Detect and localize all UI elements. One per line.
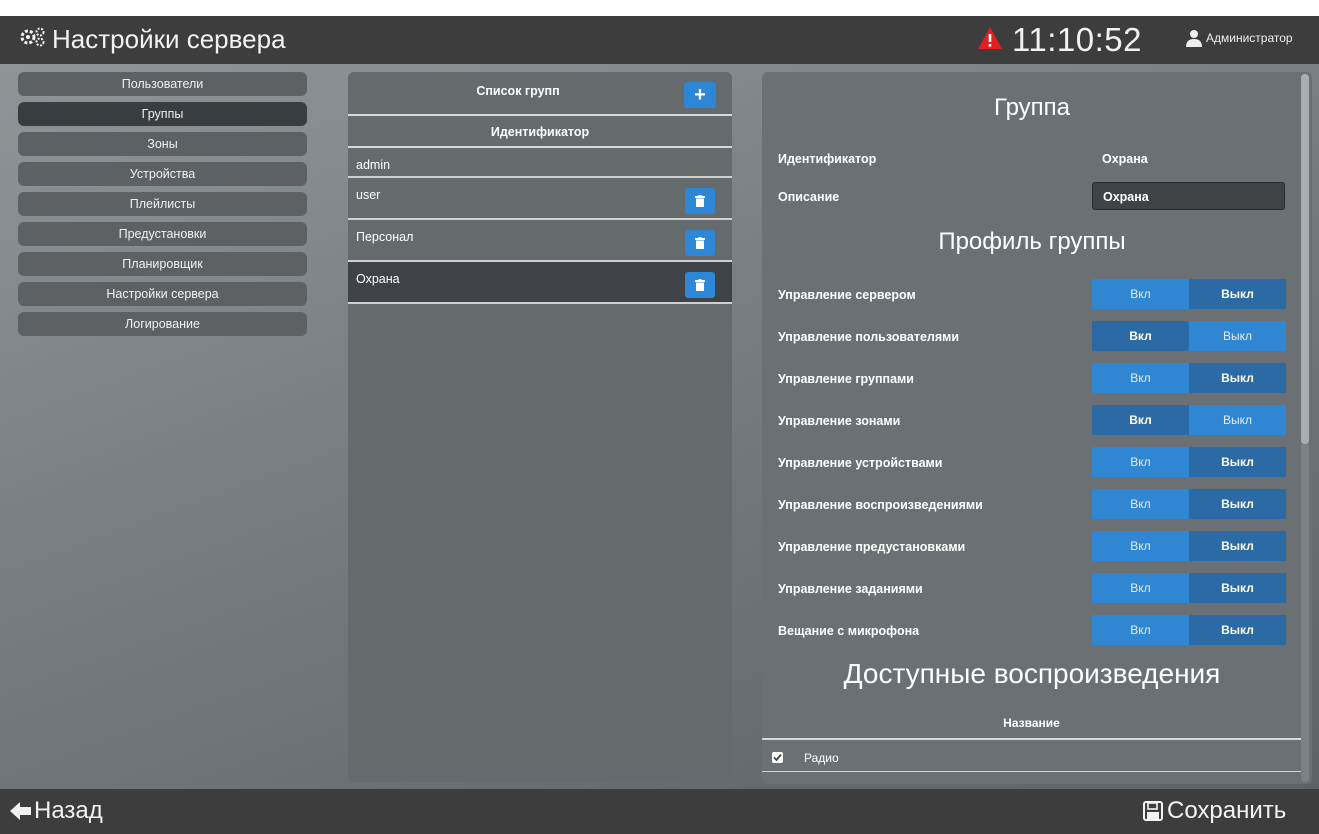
sidebar-item-groups[interactable]: Группы <box>18 102 307 126</box>
permission-toggle: Вкл Выкл <box>1092 321 1286 351</box>
arrow-left-icon <box>10 802 31 820</box>
toggle-on-option[interactable]: Вкл <box>1092 363 1189 393</box>
toggle-on-option[interactable]: Вкл <box>1092 321 1189 351</box>
user-icon <box>1186 30 1202 47</box>
app-title-text: Настройки сервера <box>52 24 286 54</box>
group-detail-title: Группа <box>993 94 1071 121</box>
permission-label: Управление заданиями <box>778 582 923 596</box>
clock: 11:10:52 <box>1012 21 1143 58</box>
group-profile-title: Профиль группы <box>938 228 1126 255</box>
groups-column-header: Идентификатор <box>348 116 732 148</box>
permission-label: Управление группами <box>778 372 914 386</box>
sidebar-item-playlists[interactable]: Плейлисты <box>18 192 307 216</box>
save-button[interactable]: Сохранить <box>1143 797 1286 825</box>
sidebar-item-devices[interactable]: Устройства <box>18 162 307 186</box>
toggle-off-option[interactable]: Выкл <box>1189 279 1286 309</box>
permission-toggle: Вкл Выкл <box>1092 573 1286 603</box>
description-input[interactable]: Охрана <box>1092 182 1285 210</box>
permission-toggle: Вкл Выкл <box>1092 489 1286 519</box>
gears-icon <box>18 24 46 55</box>
sidebar-item-zones[interactable]: Зоны <box>18 132 307 156</box>
toggle-on-option[interactable]: Вкл <box>1092 573 1189 603</box>
permission-label: Управление воспроизведениями <box>778 498 983 512</box>
toggle-off-option[interactable]: Выкл <box>1189 489 1286 519</box>
detail-scrollbar-thumb[interactable] <box>1301 74 1309 444</box>
groups-header: Список групп + <box>348 72 732 116</box>
available-playbacks-title: Доступные воспроизведения <box>843 658 1221 689</box>
toggle-on-option[interactable]: Вкл <box>1092 531 1189 561</box>
permission-toggle: Вкл Выкл <box>1092 405 1286 435</box>
sidebar: Пользователи Группы Зоны Устройства Плей… <box>18 72 307 342</box>
warning-icon[interactable] <box>977 26 1003 50</box>
toggle-on-option[interactable]: Вкл <box>1092 489 1189 519</box>
permission-label: Вещание с микрофона <box>778 624 920 638</box>
groups-panel: Список групп + Идентификатор admin user … <box>348 72 732 782</box>
bottom-bar: Назад Сохранить <box>0 789 1319 834</box>
delete-group-button[interactable] <box>685 272 715 298</box>
permission-label: Управление сервером <box>778 288 916 302</box>
user-name: Администратор <box>1206 31 1293 45</box>
permission-toggle: Вкл Выкл <box>1092 615 1286 645</box>
app-title: Настройки сервера <box>18 24 286 55</box>
sidebar-item-scheduler[interactable]: Планировщик <box>18 252 307 276</box>
group-row[interactable]: user <box>348 178 732 220</box>
toggle-on-option[interactable]: Вкл <box>1092 615 1189 645</box>
permission-toggle: Вкл Выкл <box>1092 279 1286 309</box>
delete-group-button[interactable] <box>685 188 715 214</box>
toggle-on-option[interactable]: Вкл <box>1092 405 1189 435</box>
toggle-off-option[interactable]: Выкл <box>1189 447 1286 477</box>
toggle-off-option[interactable]: Выкл <box>1189 573 1286 603</box>
top-bar: Настройки сервера 11:10:52 Администратор <box>0 16 1319 64</box>
trash-icon <box>695 237 705 249</box>
group-detail-panel: Группа Идентификатор Охрана Описание Охр… <box>762 72 1312 784</box>
toggle-off-option[interactable]: Выкл <box>1189 363 1286 393</box>
sidebar-item-server-settings[interactable]: Настройки сервера <box>18 282 307 306</box>
group-name: Охрана <box>356 272 400 286</box>
identifier-label: Идентификатор <box>778 152 877 166</box>
trash-icon <box>695 279 705 291</box>
permission-label: Управление зонами <box>778 414 901 428</box>
description-label: Описание <box>778 190 840 204</box>
playbacks-column-header: Название <box>762 710 1301 740</box>
toggle-off-option[interactable]: Выкл <box>1189 405 1286 435</box>
main-area: Пользователи Группы Зоны Устройства Плей… <box>0 64 1319 789</box>
group-name: admin <box>356 158 391 172</box>
group-row[interactable]: Персонал <box>348 220 732 262</box>
identifier-value: Охрана <box>1102 152 1148 166</box>
permission-toggle: Вкл Выкл <box>1092 531 1286 561</box>
toggle-on-option[interactable]: Вкл <box>1092 447 1189 477</box>
toggle-off-option[interactable]: Выкл <box>1189 321 1286 351</box>
permission-toggle: Вкл Выкл <box>1092 363 1286 393</box>
toggle-off-option[interactable]: Выкл <box>1189 615 1286 645</box>
save-label: Сохранить <box>1167 797 1287 824</box>
playback-row[interactable]: Радио <box>762 744 1301 772</box>
sidebar-item-presets[interactable]: Предустановки <box>18 222 307 246</box>
toggle-off-option[interactable]: Выкл <box>1189 531 1286 561</box>
group-name: user <box>356 188 381 202</box>
user-menu[interactable]: Администратор <box>1185 29 1293 47</box>
group-row-selected[interactable]: Охрана <box>348 262 732 304</box>
save-icon <box>1143 801 1163 821</box>
back-button[interactable]: Назад <box>10 797 103 825</box>
add-group-button[interactable]: + <box>684 82 716 108</box>
permission-label: Управление устройствами <box>778 456 943 470</box>
sidebar-item-logging[interactable]: Логирование <box>18 312 307 336</box>
toggle-on-option[interactable]: Вкл <box>1092 279 1189 309</box>
back-label: Назад <box>34 797 103 824</box>
groups-title: Список групп <box>476 84 560 98</box>
group-name: Персонал <box>356 230 414 244</box>
permission-label: Управление пользователями <box>778 330 960 344</box>
delete-group-button[interactable] <box>685 230 715 256</box>
permission-toggle: Вкл Выкл <box>1092 447 1286 477</box>
group-row[interactable]: admin <box>348 148 732 178</box>
permission-label: Управление предустановками <box>778 540 966 554</box>
sidebar-item-users[interactable]: Пользователи <box>18 72 307 96</box>
check-icon <box>773 753 782 762</box>
trash-icon <box>695 195 705 207</box>
playback-checkbox[interactable] <box>772 752 783 763</box>
playback-name: Радио <box>804 751 839 765</box>
